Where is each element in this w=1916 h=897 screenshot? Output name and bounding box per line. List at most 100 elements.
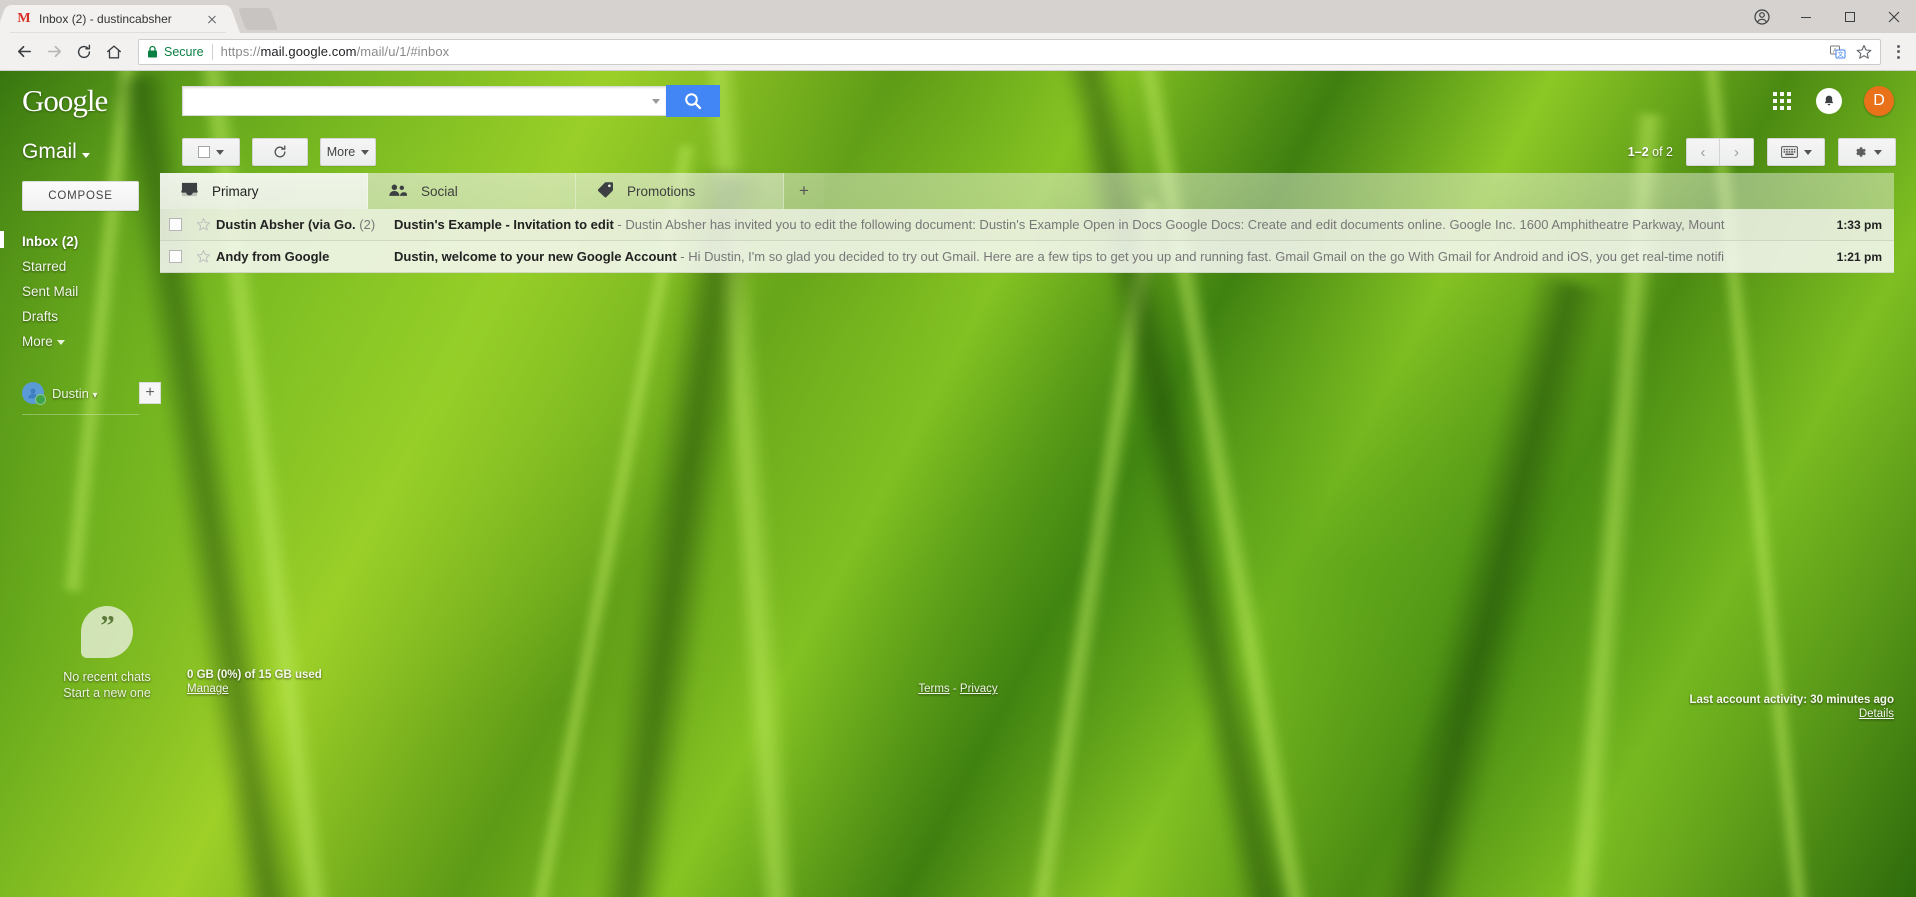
mail-list: Primary Social Promotions + Dustin Abshe… xyxy=(160,173,1894,415)
terms-footer: Terms - Privacy xyxy=(0,683,1916,695)
lock-icon xyxy=(147,45,158,58)
search-box[interactable] xyxy=(182,86,666,116)
terms-link[interactable]: Terms xyxy=(918,683,949,695)
google-logo[interactable]: Google xyxy=(22,83,160,119)
sidebar: COMPOSE Inbox (2) Starred Sent Mail Draf… xyxy=(0,173,161,415)
tabs-filler xyxy=(824,173,1894,209)
search-button[interactable] xyxy=(666,85,720,117)
notification-bell-icon[interactable] xyxy=(1816,88,1842,114)
minimize-button[interactable] xyxy=(1784,0,1828,33)
gmail-brand-dropdown[interactable]: Gmail xyxy=(22,140,160,164)
profile-icon[interactable] xyxy=(1740,0,1784,33)
message-snippet: - Dustin Absher has invited you to edit … xyxy=(613,217,1725,232)
prev-page-button[interactable]: ‹ xyxy=(1686,138,1720,166)
more-label: More xyxy=(326,145,356,159)
search-input[interactable] xyxy=(193,93,646,109)
gmail-m-icon: M xyxy=(17,11,31,26)
chevron-left-icon: ‹ xyxy=(1700,143,1706,161)
sidebar-item-more[interactable]: More xyxy=(22,329,160,354)
home-icon[interactable] xyxy=(100,38,128,66)
checkbox-icon xyxy=(168,218,182,231)
back-icon[interactable] xyxy=(10,38,38,66)
browser-tab-strip: M Inbox (2) - dustincabsher xyxy=(0,0,1916,33)
input-tools-button[interactable] xyxy=(1767,138,1825,166)
next-page-button[interactable]: › xyxy=(1720,138,1754,166)
chat-user-name: Dustin ▾ xyxy=(52,385,98,401)
account-avatar[interactable]: D xyxy=(1864,86,1894,116)
close-icon[interactable] xyxy=(204,11,220,27)
pagination-count: 1–2 of 2 xyxy=(1628,145,1673,159)
hangouts-icon[interactable]: ” xyxy=(81,606,133,658)
chevron-down-icon[interactable] xyxy=(652,98,660,104)
new-tab-button[interactable] xyxy=(237,8,279,30)
message-subject: Dustin, welcome to your new Google Accou… xyxy=(394,249,677,264)
message-subject-snippet: Dustin, welcome to your new Google Accou… xyxy=(394,249,1822,264)
tab-promotions-label: Promotions xyxy=(627,183,696,199)
sidebar-item-starred[interactable]: Starred xyxy=(22,254,160,279)
inbox-icon xyxy=(180,181,199,201)
privacy-link[interactable]: Privacy xyxy=(960,683,998,695)
chevron-down-icon xyxy=(56,339,65,345)
url-text: https://mail.google.com/mail/u/1/#inbox xyxy=(220,44,450,59)
sidebar-nav: Inbox (2) Starred Sent Mail Drafts More xyxy=(0,229,160,354)
message-sender: Dustin Absher (via Go. (2) xyxy=(216,217,376,232)
activity-details-link[interactable]: Details xyxy=(1689,708,1894,720)
row-checkbox[interactable] xyxy=(160,218,190,231)
browser-tab[interactable]: M Inbox (2) - dustincabsher xyxy=(8,5,228,33)
refresh-button[interactable] xyxy=(252,138,308,166)
google-header: Google D xyxy=(0,71,1916,131)
chevron-down-icon xyxy=(1874,149,1882,155)
gmail-app: Google D Gmail More 1–2 of 2 ‹ › COMPOSE… xyxy=(0,71,1916,897)
message-time: 1:33 pm xyxy=(1836,217,1882,232)
last-activity-label: Last account activity: 30 minutes ago xyxy=(1689,694,1894,706)
bookmark-star-icon[interactable] xyxy=(1856,44,1872,60)
star-icon[interactable] xyxy=(190,249,216,264)
message-subject: Dustin's Example - Invitation to edit xyxy=(394,217,614,232)
forward-icon[interactable] xyxy=(40,38,68,66)
gmail-toolbar-row: Gmail More 1–2 of 2 ‹ › xyxy=(0,131,1916,173)
sidebar-item-drafts[interactable]: Drafts xyxy=(22,304,160,329)
more-button[interactable]: More xyxy=(320,138,376,166)
table-row[interactable]: Andy from Google Dustin, welcome to your… xyxy=(160,241,1894,273)
omnibox-divider xyxy=(211,43,213,60)
browser-menu-icon[interactable] xyxy=(1891,41,1906,63)
select-all-checkbox-button[interactable] xyxy=(182,138,240,166)
message-time: 1:21 pm xyxy=(1836,249,1882,264)
message-snippet: - Hi Dustin, I'm so glad you decided to … xyxy=(676,249,1724,264)
address-bar[interactable]: Secure https://mail.google.com/mail/u/1/… xyxy=(138,38,1881,65)
avatar xyxy=(22,382,46,405)
message-subject-snippet: Dustin's Example - Invitation to edit - … xyxy=(394,217,1822,232)
gmail-body: COMPOSE Inbox (2) Starred Sent Mail Draf… xyxy=(0,173,1916,415)
inbox-category-tabs: Primary Social Promotions + xyxy=(160,173,1894,209)
window-controls xyxy=(1740,0,1916,33)
sidebar-more-label: More xyxy=(22,334,53,349)
compose-button[interactable]: COMPOSE xyxy=(22,181,139,211)
row-checkbox[interactable] xyxy=(160,250,190,263)
hangouts-empty-label: No recent chats xyxy=(63,670,151,684)
tab-social[interactable]: Social xyxy=(368,173,576,209)
checkbox-icon xyxy=(198,146,210,158)
chevron-down-icon xyxy=(361,149,370,155)
star-icon[interactable] xyxy=(190,217,216,232)
chevron-down-icon xyxy=(81,153,90,158)
chevron-down-icon xyxy=(1803,149,1812,155)
gmail-label: Gmail xyxy=(22,140,77,163)
translate-icon[interactable]: A文 xyxy=(1830,44,1846,60)
tab-social-label: Social xyxy=(421,183,458,199)
chevron-right-icon: › xyxy=(1734,143,1739,161)
close-window-button[interactable] xyxy=(1872,0,1916,33)
sidebar-item-sent-mail[interactable]: Sent Mail xyxy=(22,279,160,304)
maximize-button[interactable] xyxy=(1828,0,1872,33)
table-row[interactable]: Dustin Absher (via Go. (2) Dustin's Exam… xyxy=(160,209,1894,241)
tab-primary[interactable]: Primary xyxy=(160,173,368,209)
add-category-tab-button[interactable]: + xyxy=(784,173,824,209)
tab-promotions[interactable]: Promotions xyxy=(576,173,784,209)
apps-grid-icon[interactable] xyxy=(1770,89,1794,113)
settings-gear-button[interactable] xyxy=(1838,138,1896,166)
secure-label: Secure xyxy=(164,44,204,59)
chat-user-row[interactable]: Dustin ▾ + xyxy=(22,382,161,405)
add-contact-button[interactable]: + xyxy=(139,382,161,404)
reload-icon[interactable] xyxy=(70,38,98,66)
sidebar-item-inbox[interactable]: Inbox (2) xyxy=(0,229,160,254)
terms-separator: - xyxy=(949,683,960,695)
